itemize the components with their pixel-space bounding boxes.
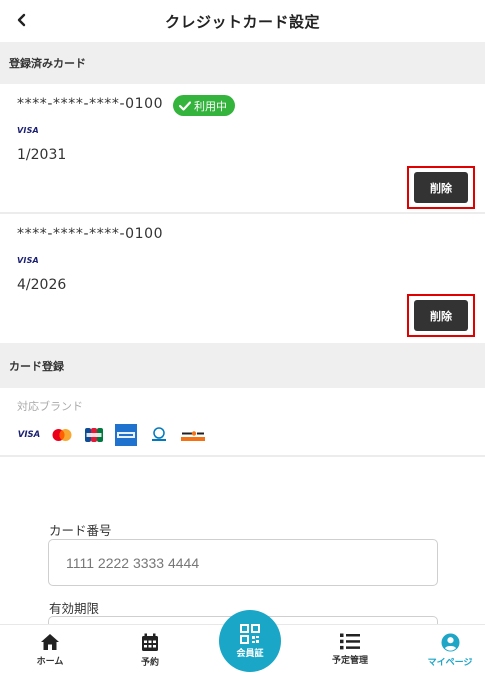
card-number-input[interactable] [48, 539, 438, 586]
user-circle-icon [441, 633, 459, 652]
delete-card-button[interactable]: 削除 [414, 300, 468, 331]
tab-membership-card-label: 会員証 [236, 648, 264, 659]
qr-code-icon [240, 623, 260, 644]
tab-schedule[interactable]: 予定管理 [310, 625, 390, 676]
divider [0, 455, 485, 457]
visa-logo: VISA [17, 256, 39, 265]
home-icon [41, 634, 59, 650]
supported-brands: VISA [17, 424, 206, 446]
visa-brand-text: VISA [17, 430, 41, 440]
amex-logo [114, 424, 138, 446]
visa-logo: VISA [17, 126, 39, 135]
delete-button-highlight: 削除 [407, 166, 475, 209]
expiry-label: 有効期限 [49, 601, 100, 616]
back-button[interactable] [10, 8, 34, 32]
chevron-left-icon [17, 13, 26, 27]
tab-mypage-label: マイページ [427, 658, 473, 668]
registered-cards-section-header: 登録済みカード [0, 42, 485, 84]
tab-mypage[interactable]: マイページ [410, 625, 485, 676]
card-number-label: カード番号 [49, 523, 112, 538]
discover-logo [180, 426, 206, 444]
tab-schedule-label: 予定管理 [331, 656, 368, 666]
card-number: ****-****-****-0100 [17, 96, 164, 112]
jcb-logo [83, 426, 105, 444]
tab-reservation[interactable]: 予約 [110, 625, 190, 676]
delete-button-highlight: 削除 [407, 294, 475, 337]
in-use-badge-label: 利用中 [194, 99, 227, 113]
tab-home-label: ホーム [36, 657, 64, 667]
check-icon [179, 100, 191, 111]
card-item-1: ****-****-****-0100 利用中 VISA 1/2031 削除 [0, 84, 485, 212]
card-expiry: 4/2026 [17, 277, 67, 293]
tab-reservation-label: 予約 [140, 658, 159, 668]
list-icon [340, 633, 360, 650]
mastercard-logo [50, 426, 74, 444]
page-title: クレジットカード設定 [164, 12, 320, 31]
in-use-badge: 利用中 [173, 95, 235, 116]
tab-membership-card[interactable]: 会員証 [219, 610, 281, 672]
delete-card-button[interactable]: 削除 [414, 172, 468, 203]
calendar-icon [142, 633, 158, 651]
supported-brands-label: 対応ブランド [17, 400, 83, 413]
visa-brand-logo: VISA [17, 430, 41, 440]
card-number: ****-****-****-0100 [17, 226, 164, 242]
card-registration-section-header: カード登録 [0, 343, 485, 388]
tab-home[interactable]: ホーム [10, 625, 90, 676]
card-item-2: ****-****-****-0100 VISA 4/2026 削除 [0, 214, 485, 343]
app-header: クレジットカード設定 [0, 0, 485, 42]
card-expiry: 1/2031 [17, 147, 67, 163]
credit-card-settings-page: クレジットカード設定 登録済みカード ****-****-****-0100 利… [0, 0, 485, 676]
diners-club-logo [147, 426, 171, 444]
